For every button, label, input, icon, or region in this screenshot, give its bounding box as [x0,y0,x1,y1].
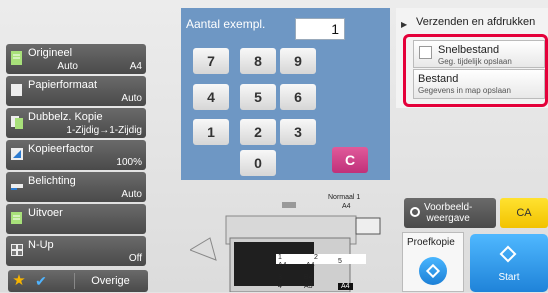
tray-2-size: A4 [306,262,315,269]
key-6[interactable]: 6 [280,84,316,110]
original-icon [10,50,24,66]
clear-key[interactable]: C [332,147,368,173]
copy-ratio-icon [10,146,24,162]
tray-4-size: A3 [304,283,313,290]
key-4[interactable]: 4 [193,84,229,110]
quick-file-checkbox-icon [419,46,432,59]
menu-output[interactable]: Uitvoer [6,204,146,234]
tray-3-number: 3 [278,274,282,281]
copies-field[interactable]: 1 [295,18,345,40]
output-label-1: Normaal 1 [328,194,361,201]
proof-copy-label: Proefkopie [407,237,455,248]
output-label-2: A4 [342,203,351,210]
key-7[interactable]: 7 [193,48,229,74]
panel-collapse-icon[interactable]: ▶ [401,20,407,29]
menu-n-up[interactable]: N-Up Off [6,236,146,266]
key-9[interactable]: 9 [280,48,316,74]
menu-duplex-value: 1-Zijdig→1-Zijdig [66,125,142,136]
favorite-star-icon[interactable]: ★ [10,272,28,290]
copy-screen: Aantal exempl. 1 7 8 9 4 5 6 1 2 3 0 C ▶… [0,0,548,292]
output-tray-shape [282,202,296,208]
menu-exposure[interactable]: Belichting Auto [6,172,146,202]
preview-icon [410,207,420,217]
key-3[interactable]: 3 [280,119,316,145]
confirm-check-icon[interactable]: ✔ [32,272,50,290]
menu-paper-size-value: Auto [121,93,142,104]
tray-4-number: 4 [278,283,282,290]
start-icon [499,245,517,263]
menu-original-value-left: Auto [57,61,78,72]
machine-illustration: Normaal 1 A4 1 A4 2 A4 5 3 B4 4 A3 A4 [190,190,400,292]
menu-paper-size-label: Papierformaat [28,79,98,91]
exposure-icon [10,178,24,194]
menu-original-value: A4 [129,61,142,72]
menu-original[interactable]: Origineel Auto A4 [6,44,146,74]
copies-label: Aantal exempl. [186,17,266,31]
menu-n-up-value: Off [128,253,142,264]
number-keypad: Aantal exempl. 1 7 8 9 4 5 6 1 2 3 0 C [181,8,390,180]
menu-n-up-label: N-Up [28,239,54,251]
bypass-tray [355,217,381,235]
key-5[interactable]: 5 [240,84,276,110]
key-1[interactable]: 1 [193,119,229,145]
quick-file-button[interactable]: Snelbestand Geg. tijdelijk opslaan [413,40,545,68]
preview-label: Voorbeeld- weergave [424,202,472,224]
menu-output-label: Uitvoer [28,207,63,219]
start-label: Start [498,272,520,283]
menu-exposure-value: Auto [121,189,142,200]
paper-size-icon [10,82,24,98]
clear-all-button[interactable]: CA [500,198,548,228]
proof-start-icon [425,263,441,279]
n-up-icon [10,242,24,258]
duplex-icon [10,114,24,130]
menu-duplex[interactable]: Dubbelz. Kopie 1-Zijdig→1-Zijdig [6,108,146,138]
preview-label-line2: weergave [426,213,470,224]
file-button[interactable]: Bestand Gegevens in map opslaan [413,69,545,99]
other-button[interactable]: Overige [74,273,146,289]
tray-row-1[interactable]: 1 A4 2 A4 5 [276,254,366,269]
file-subtitle: Gegevens in map opslaan [418,86,511,95]
key-2[interactable]: 2 [240,119,276,145]
tray-selected-size: A4 [338,283,353,290]
menu-copy-ratio[interactable]: Kopieerfactor 100% [6,140,146,170]
tray-3-size: B4 [304,274,313,281]
proof-copy-button[interactable] [419,257,447,285]
tray-5-number: 5 [338,258,342,265]
proof-copy-panel: Proefkopie [402,232,464,292]
menu-paper-size[interactable]: Papierformaat Auto [6,76,146,106]
tray-1-number: 1 [278,254,282,261]
file-title: Bestand [418,73,459,85]
preview-label-line1: Voorbeeld- [424,202,473,213]
quick-file-subtitle: Geg. tijdelijk opslaan [438,57,512,66]
menu-exposure-label: Belichting [28,175,76,187]
menu-copy-ratio-label: Kopieerfactor [28,143,94,155]
bottom-bar: ★ ✔ Overige [8,270,148,292]
output-icon [10,210,24,226]
preview-button[interactable]: Voorbeeld- weergave [404,198,496,228]
tray-1-size: A4 [278,262,287,269]
menu-copy-ratio-value: 100% [116,157,142,168]
panel-title: Verzenden en afdrukken [416,16,536,28]
key-0[interactable]: 0 [240,150,276,176]
menu-duplex-label: Dubbelz. Kopie [28,111,103,123]
quick-file-title: Snelbestand [438,44,500,56]
key-8[interactable]: 8 [240,48,276,74]
start-button[interactable]: Start [470,234,548,292]
finisher-shape [190,237,217,261]
menu-original-label: Origineel [28,47,73,59]
tray-2-number: 2 [314,254,318,261]
